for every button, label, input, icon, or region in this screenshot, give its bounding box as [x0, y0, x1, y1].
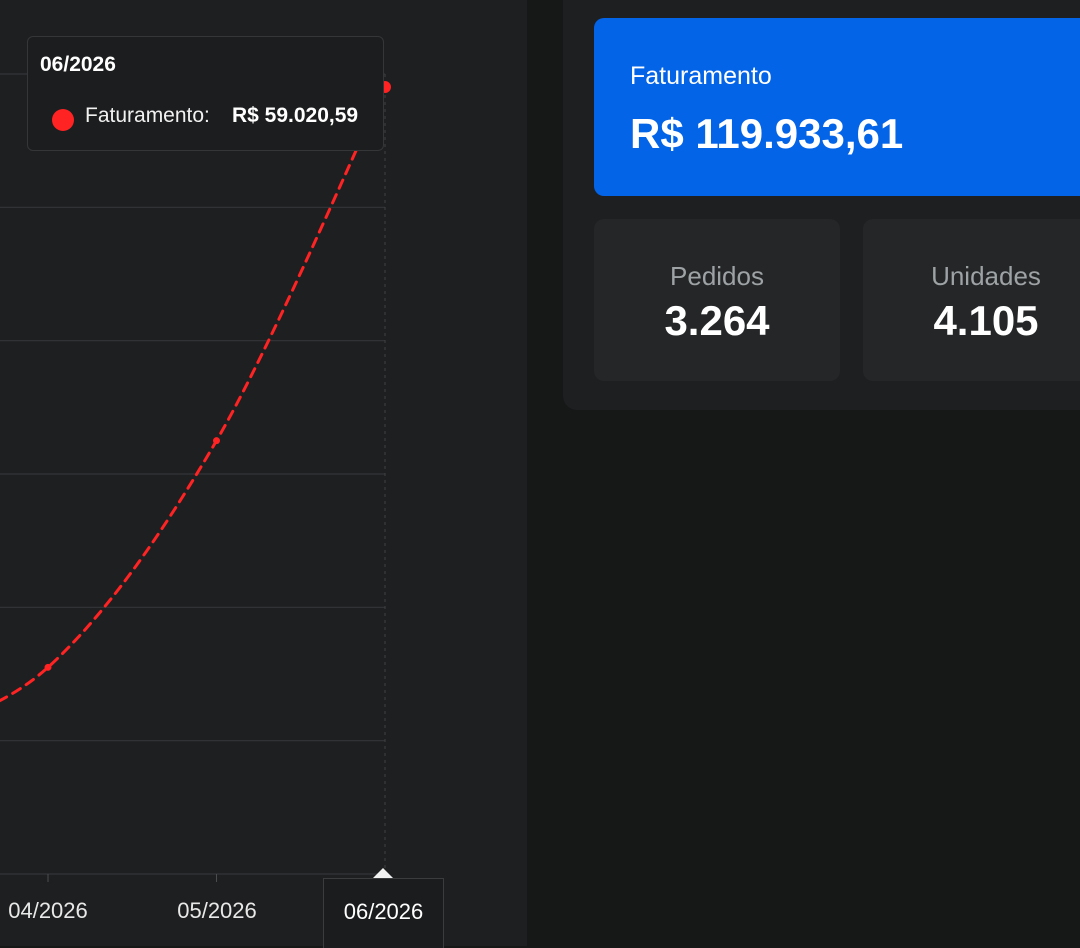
revenue-chart-panel: 06/2026 Faturamento: R$ 59.020,59 04/202…	[0, 0, 527, 948]
revenue-label: Faturamento	[630, 62, 772, 90]
revenue-value: R$ 119.933,61	[630, 110, 904, 157]
data-point	[213, 437, 220, 445]
x-tick-active[interactable]: 06/2026	[323, 878, 444, 948]
revenue-card[interactable]: Faturamento R$ 119.933,61	[594, 18, 1080, 196]
tooltip-value: R$ 59.020,59	[232, 104, 359, 127]
units-card[interactable]: Unidades 4.105	[863, 219, 1080, 381]
orders-value: 3.264	[664, 297, 770, 344]
x-tick-label-active: 06/2026	[343, 899, 424, 924]
tooltip-date: 06/2026	[40, 53, 116, 76]
tooltip-series-label: Faturamento:	[85, 104, 210, 127]
orders-label: Pedidos	[670, 261, 764, 291]
units-label: Unidades	[931, 261, 1041, 291]
x-tick-label: 04/2026	[8, 898, 88, 923]
x-tick-label: 05/2026	[177, 898, 257, 923]
units-value: 4.105	[933, 297, 1039, 344]
series-color-dot-icon	[52, 109, 74, 131]
orders-card[interactable]: Pedidos 3.264	[594, 219, 840, 381]
series-line-faturamento	[0, 85, 387, 703]
chart-tooltip: 06/2026 Faturamento: R$ 59.020,59	[27, 36, 384, 151]
data-point	[44, 663, 52, 671]
